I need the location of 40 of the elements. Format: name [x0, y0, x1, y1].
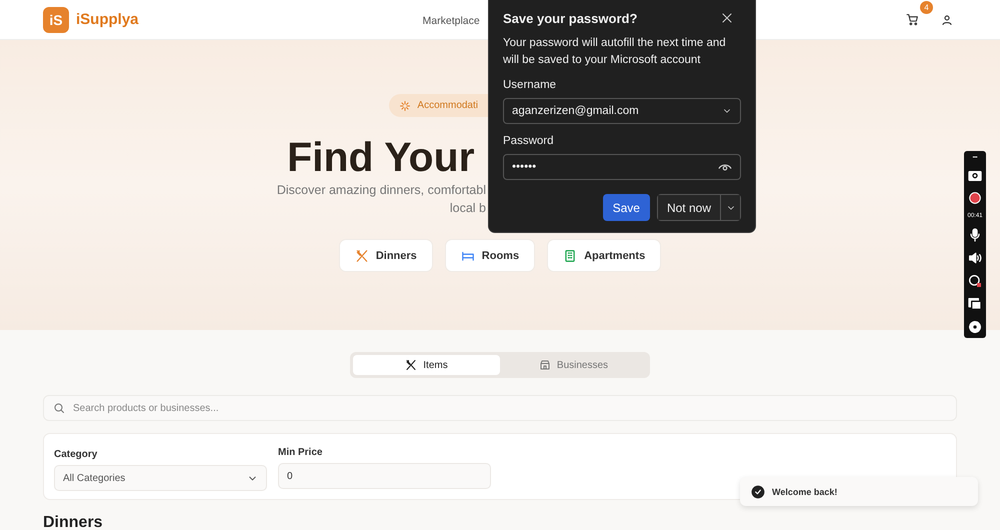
category-dropdown[interactable]: All Categories [54, 465, 267, 491]
save-button[interactable]: Save [602, 194, 650, 221]
dialog-message: Your password will autofill the next time and will be saved to your Microsoft account [503, 36, 727, 68]
cart-icon [906, 13, 919, 26]
search-icon [53, 402, 65, 414]
webcam-icon [967, 272, 983, 289]
category-button[interactable]: Apartments [547, 239, 662, 272]
hero-title: Find Your [287, 133, 476, 181]
nav-link[interactable]: Marketplace [422, 14, 480, 26]
hero-subtitle: local b [450, 200, 486, 217]
building-icon [563, 248, 578, 262]
cart-count-badge: 4 [920, 1, 933, 14]
category-button[interactable]: Rooms [444, 239, 536, 272]
username-field[interactable]: aganzerizen@gmail.com [503, 98, 741, 124]
sparkle-icon [399, 100, 412, 112]
category-button[interactable]: Dinners [338, 239, 433, 272]
store-icon [538, 359, 551, 371]
badge-text: Accommodati [417, 100, 478, 111]
close-button[interactable] [721, 12, 733, 24]
password-field[interactable]: •••••• [503, 154, 741, 180]
view-tab[interactable]: Businesses [500, 355, 647, 375]
user-icon [941, 14, 953, 26]
price-input[interactable]: 0 [278, 463, 491, 489]
speaker-icon [967, 250, 983, 266]
not-now-button[interactable]: Not now [658, 195, 720, 220]
filter-label: Min Price [278, 447, 324, 458]
utensils-icon [405, 359, 418, 371]
view-tab[interactable]: Items [353, 355, 500, 375]
dialog-title: Save your password? [503, 10, 638, 26]
record-icon [967, 190, 983, 206]
filter-label: Category [54, 449, 98, 460]
section-title: Dinners [43, 514, 104, 530]
close-icon [721, 12, 733, 24]
field-label: Username [503, 78, 558, 93]
toast-message: Welcome back! [772, 486, 838, 496]
check-circle-icon [751, 484, 765, 498]
hero-subtitle: Discover amazing dinners, comfortabl [276, 182, 486, 199]
search-field[interactable]: Search products or businesses... [43, 395, 957, 421]
field-label: Password [503, 134, 554, 149]
utensils-icon [354, 248, 369, 262]
